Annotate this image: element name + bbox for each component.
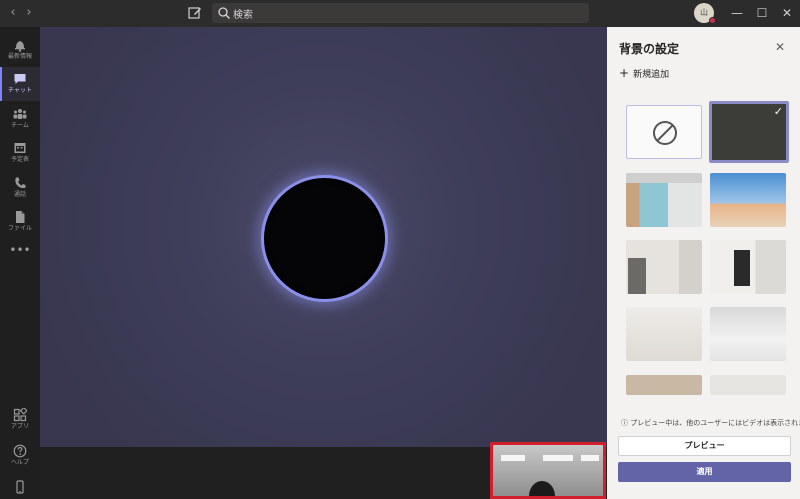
rail-label-chat: チャット [8,87,32,94]
background-tile-beach[interactable] [710,173,786,227]
preview-button[interactable]: プレビュー [618,436,791,456]
background-settings-panel: 背景の設定 ✕ + 新規追加 ✓ ⓘ プレビュー中は、他のユーザーにはビデオは表示… [607,27,800,499]
bell-icon [15,41,25,52]
video-stage [40,27,607,447]
back-arrow-icon[interactable]: ‹ [6,6,20,20]
preview-notice: ⓘ プレビュー中は、他のユーザーにはビデオは表示されま... [621,418,800,428]
minimize-button[interactable]: — [728,4,746,22]
more-apps-icon[interactable]: ••• [0,243,40,257]
rail-item-calls[interactable]: 通話 [0,171,40,205]
plus-icon: + [619,66,630,80]
background-tile-room-1[interactable] [626,240,702,294]
rail-item-help[interactable]: ヘルプ [0,439,40,473]
ceiling-light [501,455,525,461]
rail-item-apps[interactable]: アプリ [0,403,40,437]
person-silhouette [529,481,555,496]
forward-arrow-icon[interactable]: › [22,6,36,20]
presence-busy-icon [709,17,716,24]
search-placeholder: 検索 [233,10,253,21]
rail-label-files: ファイル [7,225,32,232]
background-tile-office-1[interactable] [626,173,702,227]
background-tile-room-4[interactable] [710,307,786,361]
rail-item-chat[interactable]: チャット [0,67,40,101]
close-icon[interactable]: ✕ [775,40,785,54]
rail-item-activity[interactable]: 最新情報 [0,33,40,67]
ceiling-light [581,455,599,461]
file-icon [16,211,25,223]
rail-label-activity: 最新情報 [7,53,32,60]
close-window-button[interactable]: ✕ [778,4,796,22]
teams-icon [13,109,27,119]
rail-label-apps: アプリ [10,423,29,430]
background-tile-room-5[interactable] [626,375,702,395]
rail-item-teams[interactable]: チーム [0,102,40,136]
rail-item-calendar[interactable]: 予定表 [0,136,40,170]
checkmark-icon: ✓ [773,105,783,118]
avatar[interactable]: 山 [694,3,716,24]
ceiling-light [543,455,573,461]
apps-icon [13,408,27,422]
app-rail: 最新情報 チャット チーム 予定表 通話 ファイル ••• アプリ ヘルプ [0,27,40,499]
mirror [732,248,752,288]
rail-item-files[interactable]: ファイル [0,205,40,239]
rail-label-help: ヘルプ [10,459,29,466]
background-tile-blur[interactable]: ✓ [709,101,789,163]
ceiling [626,173,702,183]
info-icon: ⓘ [621,419,628,427]
search-icon [218,7,230,19]
background-tile-none[interactable] [626,105,702,159]
add-new-button[interactable]: + 新規追加 [619,66,669,80]
no-background-icon [653,121,677,145]
rail-label-calls: 通話 [13,191,26,198]
rail-item-mobile[interactable] [0,476,40,499]
chat-icon [14,74,26,84]
calendar-icon [14,143,26,153]
rail-label-teams: チーム [11,122,29,129]
compose-icon[interactable] [187,5,203,21]
mobile-phone-icon [16,480,24,494]
self-video-preview[interactable] [490,442,606,499]
apply-button[interactable]: 適用 [618,462,791,482]
background-tile-room-3[interactable] [626,307,702,361]
background-tile-room-6[interactable] [710,375,786,395]
panel-title: 背景の設定 [619,42,680,56]
add-new-label: 新規追加 [633,70,670,80]
video-placeholder-circle [261,175,388,302]
rail-label-calendar: 予定表 [10,156,29,163]
help-icon [13,444,27,458]
search-input[interactable]: 検索 [212,3,589,23]
maximize-button[interactable]: ☐ [753,4,771,22]
window [628,258,646,294]
title-bar: ‹ › 検索 山 — ☐ ✕ [0,0,800,27]
preview-notice-text: プレビュー中は、他のユーザーにはビデオは表示されま... [630,419,800,427]
background-tile-room-2[interactable] [710,240,786,294]
phone-icon [15,177,26,189]
avatar-initials: 山 [700,8,708,17]
